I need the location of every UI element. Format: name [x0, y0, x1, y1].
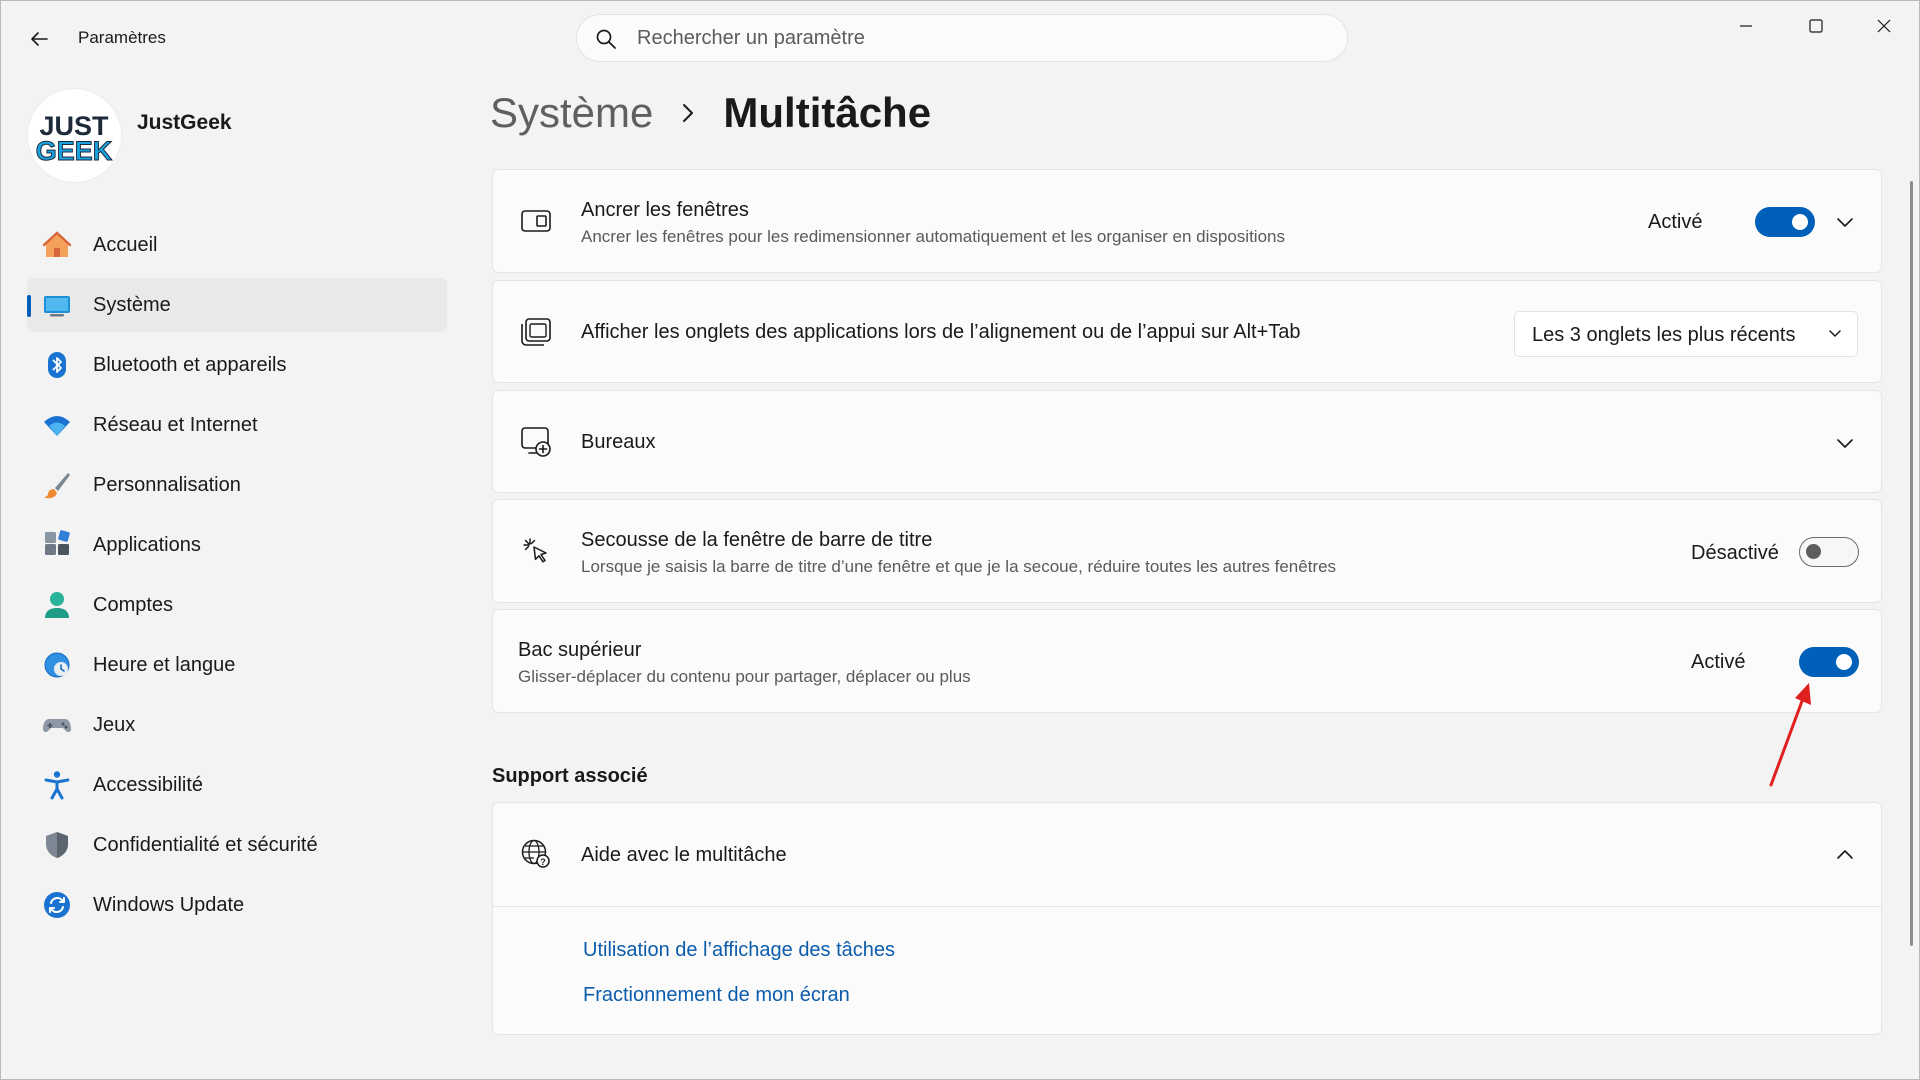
chevron-right-icon	[681, 102, 695, 124]
search-box[interactable]	[576, 14, 1348, 62]
title-bar: Paramètres	[1, 1, 1920, 77]
snap-toggle[interactable]	[1755, 207, 1815, 237]
chevron-down-icon[interactable]	[1833, 210, 1857, 234]
sidebar-item-confidentialite[interactable]: Confidentialité et sécurité	[27, 818, 447, 872]
setting-description: Lorsque je saisis la barre de titre d’un…	[581, 557, 1337, 576]
setting-title: Afficher les onglets des applications lo…	[581, 321, 1301, 343]
back-button[interactable]	[21, 21, 57, 57]
maximize-button[interactable]	[1781, 1, 1851, 51]
scrollbar[interactable]	[1910, 181, 1913, 946]
system-icon	[41, 289, 73, 321]
sidebar-item-applications[interactable]: Applications	[27, 518, 447, 572]
top-tray-toggle[interactable]	[1799, 647, 1859, 677]
sidebar-item-accessibilite[interactable]: Accessibilité	[27, 758, 447, 812]
search-input[interactable]	[637, 15, 1317, 61]
page-title: Multitâche	[723, 89, 932, 136]
chevron-up-icon[interactable]	[1833, 843, 1857, 867]
breadcrumb-parent[interactable]: Système	[490, 89, 653, 137]
sidebar-item-label: Jeux	[93, 713, 136, 736]
back-arrow-icon	[31, 32, 48, 46]
sidebar-item-label: Accueil	[93, 233, 158, 256]
help-card: ? Aide avec le multitâche Utilisation de…	[492, 802, 1882, 1035]
desktop-add-icon	[519, 425, 553, 459]
shake-toggle[interactable]	[1799, 537, 1859, 567]
setting-card-top-tray: Bac supérieur Glisser-déplacer du conten…	[492, 609, 1882, 713]
svg-text:GEEK: GEEK	[36, 136, 113, 166]
bluetooth-icon	[41, 349, 73, 381]
app-tabs-icon	[519, 315, 553, 349]
avatar[interactable]: JUST GEEK	[28, 89, 121, 182]
snap-window-icon	[519, 204, 553, 238]
minimize-icon	[1740, 25, 1752, 27]
justgeek-logo: JUST GEEK	[35, 111, 113, 167]
sidebar-item-label: Heure et langue	[93, 653, 236, 676]
sidebar-item-label: Comptes	[93, 593, 174, 616]
shield-icon	[41, 829, 73, 861]
toggle-state-label: Activé	[1691, 651, 1746, 673]
wifi-icon	[41, 409, 73, 441]
sidebar-item-windows-update[interactable]: Windows Update	[27, 878, 447, 932]
sidebar-item-personnalisation[interactable]: Personnalisation	[27, 458, 447, 512]
svg-text:?: ?	[540, 857, 546, 867]
sidebar-item-systeme[interactable]: Système	[27, 278, 447, 332]
chevron-down-icon	[1827, 323, 1843, 348]
sidebar-item-heure-langue[interactable]: Heure et langue	[27, 638, 447, 692]
sidebar-item-reseau[interactable]: Réseau et Internet	[27, 398, 447, 452]
app-title: Paramètres	[78, 28, 166, 47]
setting-description: Ancrer les fenêtres pour les redimension…	[581, 227, 1285, 246]
sidebar-nav: Accueil Système Bluetooth et appareils R…	[27, 218, 447, 938]
setting-title: Bureaux	[581, 431, 656, 453]
sidebar-item-jeux[interactable]: Jeux	[27, 698, 447, 752]
sidebar-item-bluetooth[interactable]: Bluetooth et appareils	[27, 338, 447, 392]
close-button[interactable]	[1849, 1, 1919, 51]
settings-window: Paramètres JUST GEEK JustGeek	[0, 0, 1920, 1080]
sidebar-item-label: Personnalisation	[93, 473, 241, 496]
setting-title: Bac supérieur	[518, 639, 642, 661]
help-link-split-screen[interactable]: Fractionnement de mon écran	[583, 984, 850, 1007]
section-heading: Support associé	[492, 765, 648, 787]
toggle-state-label: Activé	[1648, 211, 1703, 233]
apps-icon	[41, 529, 73, 561]
update-icon	[41, 889, 73, 921]
home-icon	[41, 229, 73, 261]
sidebar-item-label: Confidentialité et sécurité	[93, 833, 318, 856]
annotation-arrow	[1769, 683, 1811, 787]
gamepad-icon	[41, 709, 73, 741]
accessibility-icon	[41, 769, 73, 801]
minimize-button[interactable]	[1711, 1, 1781, 51]
sidebar-item-label: Accessibilité	[93, 773, 204, 796]
sidebar-item-label: Windows Update	[93, 893, 245, 916]
account-icon	[41, 589, 73, 621]
setting-card-snap[interactable]: Ancrer les fenêtres Ancrer les fenêtres …	[492, 169, 1882, 273]
setting-title: Secousse de la fenêtre de barre de titre	[581, 529, 933, 551]
setting-title: Ancrer les fenêtres	[581, 199, 749, 221]
shake-cursor-icon	[519, 534, 553, 568]
brush-icon	[41, 469, 73, 501]
sidebar-item-accueil[interactable]: Accueil	[27, 218, 447, 272]
dropdown-selected-value: Les 3 onglets les plus récents	[1532, 324, 1796, 346]
breadcrumb: Système Multitâche	[490, 89, 931, 137]
chevron-down-icon[interactable]	[1833, 431, 1857, 455]
maximize-icon	[1809, 19, 1823, 33]
setting-card-tabs: Afficher les onglets des applications lo…	[492, 280, 1882, 383]
setting-description: Glisser-déplacer du contenu pour partage…	[518, 667, 971, 686]
sidebar-item-label: Réseau et Internet	[93, 413, 258, 436]
search-icon	[595, 28, 617, 55]
sidebar-item-label: Applications	[93, 533, 201, 556]
profile-name: JustGeek	[137, 111, 232, 134]
globe-help-icon: ?	[519, 837, 553, 871]
setting-card-desktops[interactable]: Bureaux	[492, 390, 1882, 493]
help-card-header[interactable]: ? Aide avec le multitâche	[493, 803, 1881, 907]
help-link-task-view[interactable]: Utilisation de l’affichage des tâches	[583, 939, 895, 962]
toggle-state-label: Désactivé	[1691, 542, 1779, 564]
sidebar-item-label: Système	[93, 293, 171, 316]
tabs-count-dropdown[interactable]: Les 3 onglets les plus récents	[1514, 311, 1858, 357]
sidebar-item-label: Bluetooth et appareils	[93, 353, 287, 376]
time-language-icon	[41, 649, 73, 681]
close-icon	[1877, 19, 1891, 33]
sidebar-item-comptes[interactable]: Comptes	[27, 578, 447, 632]
help-title: Aide avec le multitâche	[581, 844, 787, 866]
setting-card-shake: Secousse de la fenêtre de barre de titre…	[492, 499, 1882, 603]
